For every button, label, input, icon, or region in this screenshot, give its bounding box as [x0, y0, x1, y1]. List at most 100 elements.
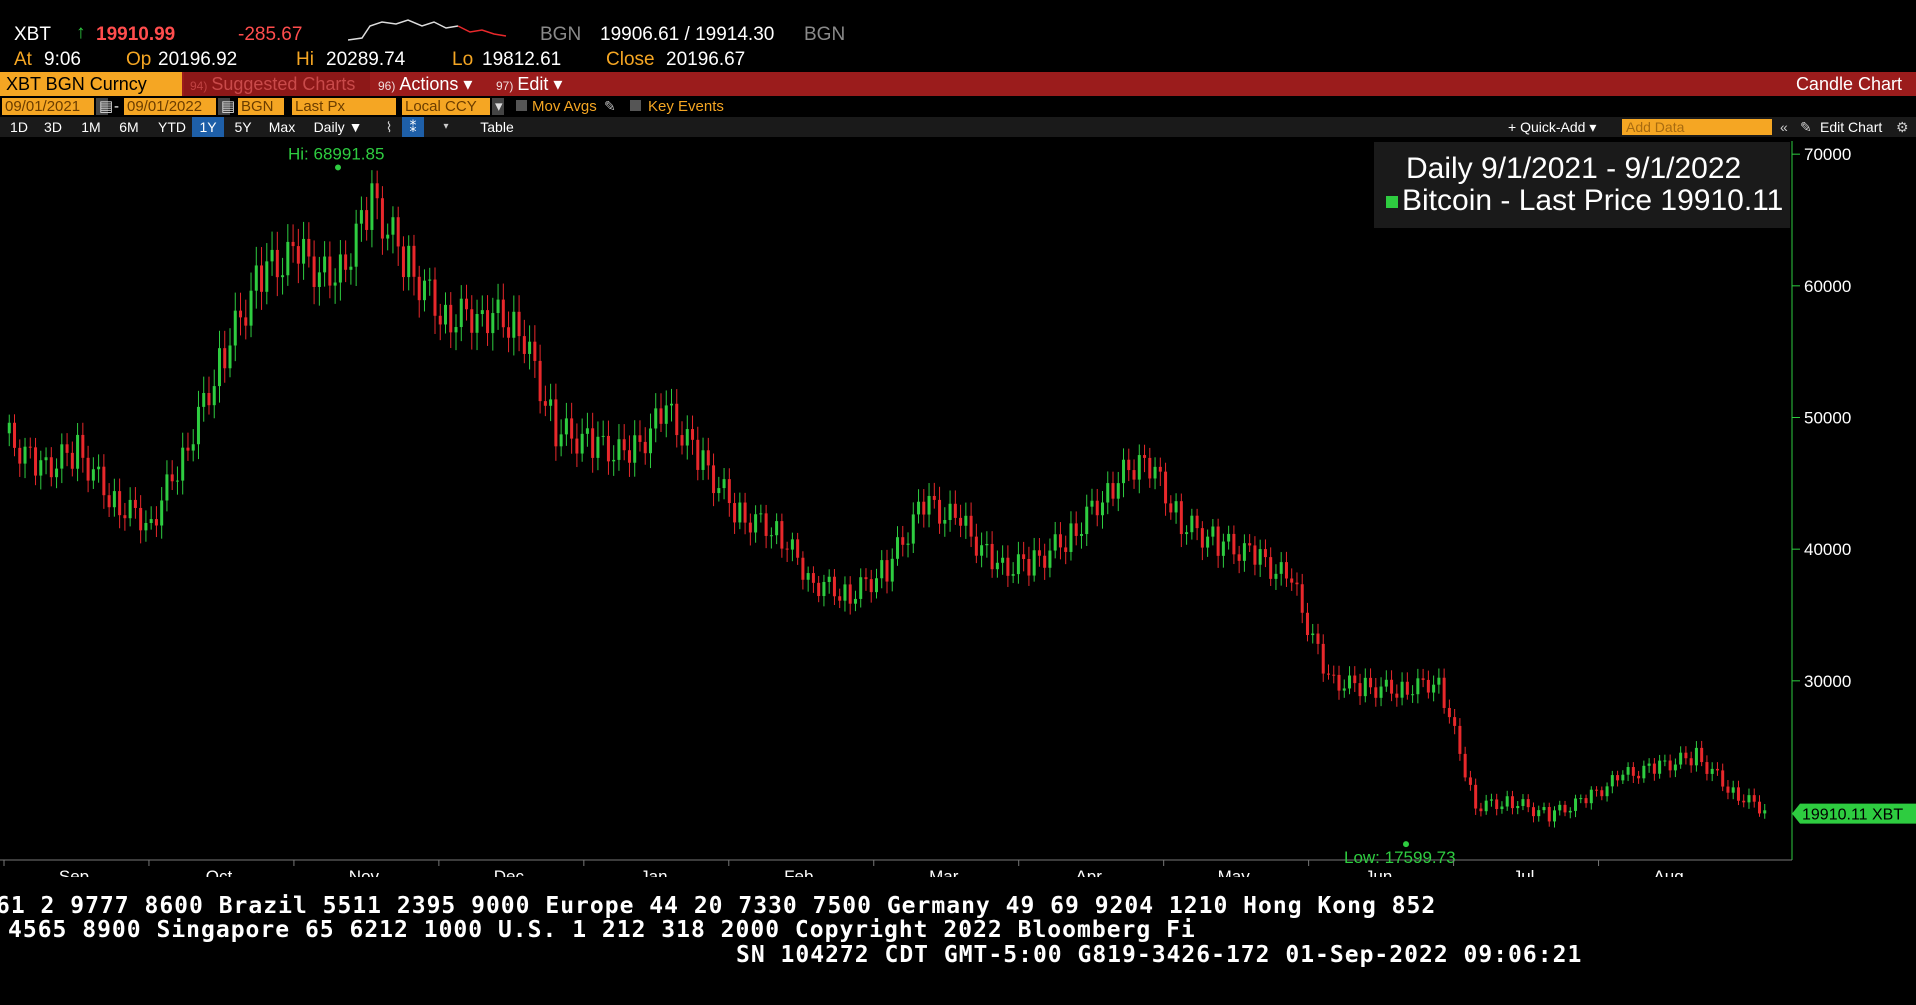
- candle-body: [1658, 760, 1662, 774]
- candle-body: [1369, 677, 1373, 688]
- calendar-icon[interactable]: ▤: [96, 98, 113, 115]
- candle-body: [1269, 557, 1273, 579]
- edit-chart-button[interactable]: Edit Chart: [1820, 117, 1882, 137]
- range-5y[interactable]: 5Y: [228, 117, 258, 137]
- candle-body: [249, 290, 253, 326]
- series-color-swatch: [1386, 196, 1398, 209]
- candle-body: [1705, 762, 1709, 774]
- end-date-input[interactable]: 09/01/2022: [124, 98, 216, 115]
- candle-body: [522, 336, 526, 354]
- range-1y[interactable]: 1Y: [192, 117, 224, 137]
- candle-body: [1122, 459, 1126, 484]
- candle-body: [722, 479, 726, 489]
- candle-body: [880, 560, 884, 579]
- candle-body: [349, 266, 353, 270]
- x-tick-label: Mar: [929, 867, 959, 877]
- start-date-input[interactable]: 09/01/2021: [2, 98, 94, 115]
- candle-body: [948, 503, 952, 520]
- candle-body: [359, 210, 363, 224]
- collapse-icon[interactable]: «: [1780, 117, 1788, 137]
- high-price: 20289.74: [326, 49, 406, 70]
- candle-body: [1348, 675, 1352, 689]
- candle-body: [1400, 681, 1404, 698]
- range-max[interactable]: Max: [262, 117, 302, 137]
- candle-body: [1537, 810, 1541, 817]
- candle-body: [186, 447, 190, 451]
- calendar-icon[interactable]: ▤: [218, 98, 235, 115]
- candle-body: [554, 399, 558, 447]
- candle-body: [606, 435, 610, 462]
- table-button[interactable]: Table: [470, 117, 524, 137]
- candle-body: [1137, 455, 1141, 480]
- candle-body: [801, 557, 805, 580]
- candle-body: [475, 314, 479, 333]
- chart-type-dropdown-icon[interactable]: ▾: [436, 117, 456, 137]
- candle-body: [617, 439, 621, 460]
- candle-chart[interactable]: 30000 40000 50000 60000 70000 Hi: 68991.85 Low…: [0, 137, 1916, 877]
- candle-body: [685, 429, 689, 446]
- candle-body: [223, 348, 227, 369]
- actions-menu[interactable]: 96) Actions ▾: [372, 72, 488, 96]
- edit-menu[interactable]: 97) Edit ▾: [490, 72, 574, 96]
- pencil-icon[interactable]: ✎: [604, 98, 616, 115]
- candle-body: [491, 313, 495, 334]
- source-field[interactable]: BGN: [238, 98, 284, 115]
- candle-body: [1237, 554, 1241, 561]
- candle-body: [832, 576, 836, 597]
- candle-body: [1694, 747, 1698, 766]
- key-events-checkbox[interactable]: [630, 100, 641, 111]
- line-chart-icon[interactable]: ⌇: [378, 117, 400, 137]
- candle-body: [775, 521, 779, 536]
- range-row: 1D 3D 1M 6M YTD 1Y 5Y Max Daily ▼ ⌇ ⁑ ▾ …: [0, 117, 1916, 137]
- candle-body: [1489, 799, 1493, 801]
- security-field[interactable]: XBT BGN Curncy: [0, 72, 182, 96]
- quick-add-button[interactable]: + Quick-Add ▾: [1508, 117, 1596, 137]
- candle-body: [391, 217, 395, 235]
- candle-body: [932, 495, 936, 500]
- candle-chart-icon[interactable]: ⁑: [402, 117, 424, 137]
- period-select[interactable]: Daily ▼: [306, 117, 370, 137]
- candle-body: [533, 341, 537, 361]
- candle-body: [1232, 533, 1236, 555]
- add-data-input[interactable]: Add Data: [1622, 119, 1772, 135]
- range-1m[interactable]: 1M: [74, 117, 108, 137]
- currency-field[interactable]: Local CCY: [402, 98, 490, 115]
- candle-body: [843, 584, 847, 601]
- candle-body: [1321, 643, 1325, 674]
- candle-body: [680, 435, 684, 446]
- pencil-icon[interactable]: ✎: [1800, 117, 1812, 137]
- candle-body: [1563, 804, 1567, 813]
- mov-avgs-checkbox[interactable]: [516, 100, 527, 111]
- range-1d[interactable]: 1D: [4, 117, 34, 137]
- candle-body: [995, 562, 999, 570]
- range-ytd[interactable]: YTD: [152, 117, 192, 137]
- price-field[interactable]: Last Px: [292, 98, 396, 115]
- suggested-charts-button[interactable]: 94) Suggested Charts: [184, 72, 370, 96]
- last-price: 19910.99: [96, 24, 176, 45]
- candle-body: [1242, 543, 1246, 561]
- key-events-label: Key Events: [648, 98, 724, 115]
- candle-body: [286, 241, 290, 276]
- candle-body: [160, 500, 164, 526]
- x-tick-label: May: [1218, 867, 1251, 877]
- range-3d[interactable]: 3D: [38, 117, 68, 137]
- candle-body: [890, 558, 894, 582]
- candle-body: [175, 480, 179, 482]
- candle-body: [1158, 466, 1162, 472]
- sparkline: [348, 19, 507, 41]
- candle-body: [1074, 523, 1078, 536]
- candle-body: [1474, 784, 1478, 809]
- gear-icon[interactable]: ⚙: [1896, 117, 1909, 137]
- candle-body: [1011, 574, 1015, 576]
- candle-body: [549, 399, 553, 406]
- candle-body: [480, 310, 484, 315]
- candle-body: [827, 576, 831, 582]
- chart-legend: Daily 9/1/2021 - 9/1/2022 Bitcoin - Last…: [1374, 142, 1790, 228]
- candle-body: [1016, 554, 1020, 575]
- range-6m[interactable]: 6M: [112, 117, 146, 137]
- dropdown-icon[interactable]: ▾: [492, 98, 504, 115]
- candle-body: [1179, 501, 1183, 535]
- candle-body: [1200, 528, 1204, 548]
- x-tick-label: Jan: [640, 867, 667, 877]
- candle-body: [65, 444, 69, 453]
